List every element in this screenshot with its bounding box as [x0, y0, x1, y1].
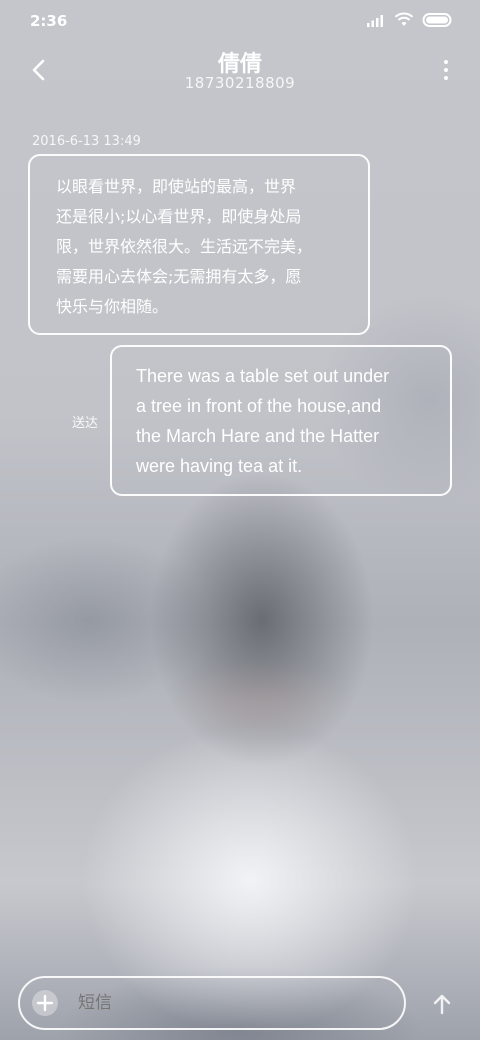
- outgoing-message-bubble[interactable]: There was a table set out under a tree i…: [110, 345, 452, 496]
- conversation-header: 倩倩 18730218809: [0, 44, 480, 104]
- incoming-message-bubble[interactable]: 以眼看世界，即使站的最高，世界 还是很小;以心看世界，即使身处局 限，世界依然很…: [28, 154, 370, 335]
- send-arrow-icon[interactable]: [430, 992, 454, 1016]
- outgoing-line: a tree in front of the house,and: [136, 396, 382, 416]
- attach-button[interactable]: [32, 990, 58, 1016]
- incoming-line: 需要用心去体会;无需拥有太多，愿: [56, 267, 302, 286]
- wifi-icon: [394, 12, 414, 26]
- message-timestamp: 2016-6-13 13:49: [32, 134, 141, 149]
- incoming-line: 还是很小;以心看世界，即使身处局: [56, 207, 302, 226]
- signal-icon: [367, 15, 383, 27]
- incoming-line: 限，世界依然很大。生活远不完美，: [56, 237, 313, 256]
- message-composer: [18, 976, 406, 1030]
- incoming-line: 快乐与你相随。: [56, 297, 169, 316]
- contact-phone-number: 18730218809: [184, 74, 296, 92]
- status-icons: [366, 12, 454, 28]
- incoming-line: 以眼看世界，即使站的最高，世界: [56, 177, 297, 196]
- outgoing-line: the March Hare and the Hatter: [136, 426, 380, 446]
- battery-icon: [422, 13, 452, 27]
- outgoing-line: were having tea at it.: [136, 456, 303, 476]
- plus-icon: [36, 994, 54, 1012]
- status-time: 2:36: [30, 12, 68, 30]
- status-bar: 2:36: [0, 0, 480, 40]
- message-input[interactable]: [76, 992, 380, 1014]
- delivered-status: 送达: [72, 416, 99, 431]
- more-options-icon[interactable]: [442, 58, 450, 82]
- outgoing-line: There was a table set out under: [136, 366, 390, 386]
